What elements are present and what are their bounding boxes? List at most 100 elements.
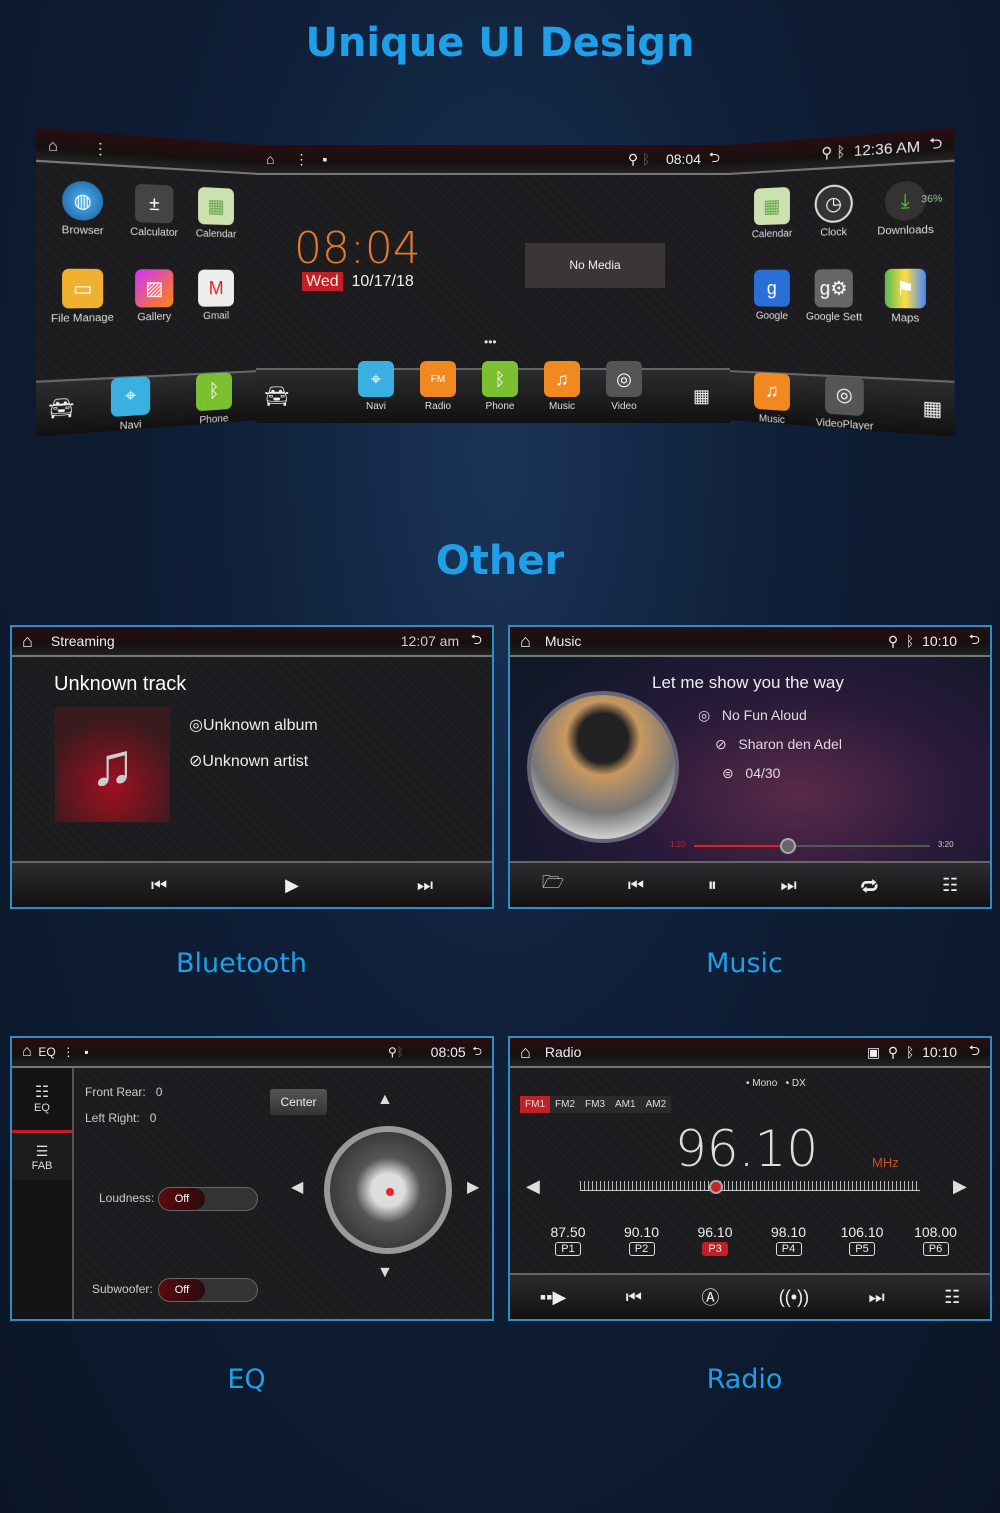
media-widget[interactable]: No Media	[525, 243, 665, 288]
next-button[interactable]: ⏭	[780, 875, 796, 896]
dock-video[interactable]: ◎ Video	[594, 381, 654, 412]
back-icon[interactable]: ⮌	[472, 1042, 482, 1063]
menu-icon[interactable]: ⋮	[294, 151, 308, 168]
repeat-icon[interactable]: 🔁︎	[860, 872, 878, 899]
preset-label: P5	[849, 1242, 875, 1256]
band-fm1[interactable]: FM1	[520, 1096, 550, 1113]
balance-point[interactable]	[386, 1188, 394, 1196]
apps-grid-icon[interactable]: ▦	[922, 396, 942, 421]
band-fm2[interactable]: FM2	[550, 1096, 580, 1113]
home-icon[interactable]: ⌂	[520, 1042, 531, 1063]
app-calendar[interactable]: ▦ Calendar	[742, 186, 802, 240]
center-button[interactable]: Center	[270, 1089, 327, 1115]
preset-p4[interactable]: 98.10 P4	[759, 1224, 819, 1256]
dock-videoplayer[interactable]: ◎ VideoPlayer	[813, 375, 877, 433]
dock-navi[interactable]: ⌖ Navi	[346, 381, 406, 412]
balance-car-diagram[interactable]	[324, 1126, 452, 1254]
app-browser[interactable]: ◍ Browser	[48, 179, 117, 237]
album-name: Unknown album	[203, 717, 318, 734]
status-time: 08:04	[666, 151, 701, 167]
back-icon[interactable]: ⮌	[969, 629, 980, 653]
broadcast-icon[interactable]: ((•))	[779, 1287, 809, 1308]
dock-music[interactable]: ♫ Music	[742, 371, 802, 427]
left-arrow-button[interactable]: ◀	[291, 1177, 303, 1197]
equalizer-icon[interactable]: ☷	[944, 1287, 960, 1308]
next-button[interactable]: ⏭	[417, 875, 433, 896]
seek-back-button[interactable]: ◀	[526, 1176, 540, 1197]
app-calendar[interactable]: ▦ Calendar	[186, 186, 246, 240]
image-icon: ▪	[84, 1045, 88, 1059]
subwoofer-toggle[interactable]: Off	[158, 1278, 258, 1302]
down-arrow-button[interactable]: ▼	[377, 1264, 393, 1282]
gallery-icon: ▨	[135, 269, 173, 307]
car-icon[interactable]: 🚘︎	[48, 396, 75, 421]
source-icon[interactable]: ▪▪▶	[540, 1287, 567, 1308]
app-clock[interactable]: ◷ Clock	[802, 183, 866, 239]
app-file-manager[interactable]: ▭ File Manage	[48, 269, 117, 326]
app-gallery[interactable]: ▨ Gallery	[122, 269, 186, 324]
play-button[interactable]: ▶	[285, 875, 299, 896]
tab-eq[interactable]: ☷ EQ	[12, 1068, 72, 1130]
dock-radio[interactable]: FM Radio	[408, 381, 468, 412]
preset-p3[interactable]: 96.10 P3	[685, 1224, 745, 1256]
car-icon[interactable]: 🚘︎	[264, 384, 344, 409]
tab-fab[interactable]: ☰ FAB	[12, 1130, 72, 1180]
next-button[interactable]: ⏭	[868, 1287, 884, 1308]
album-art: ♫	[55, 707, 170, 822]
tuner-scale[interactable]	[580, 1181, 920, 1191]
back-icon[interactable]: ⮌	[929, 131, 942, 159]
preset-p2[interactable]: 90.10 P2	[612, 1224, 672, 1256]
up-arrow-button[interactable]: ▲	[377, 1091, 393, 1109]
seek-forward-button[interactable]: ▶	[953, 1176, 967, 1197]
location-icon: ⚲	[821, 143, 832, 162]
previous-button[interactable]: ⏮	[626, 1287, 642, 1308]
dock-music[interactable]: ♫ Music	[532, 381, 592, 412]
preset-p6[interactable]: 108.00 P6	[906, 1224, 966, 1256]
app-google-settings[interactable]: g⚙ Google Sett	[802, 269, 866, 324]
home-icon[interactable]: ⌂	[520, 631, 531, 652]
pause-button[interactable]: ⏸	[708, 875, 717, 896]
back-icon[interactable]: ⮌	[969, 1040, 980, 1064]
home-icon[interactable]: ⌂	[22, 631, 33, 652]
home-icon[interactable]: ⌂	[48, 136, 58, 154]
dx-label: DX	[792, 1078, 806, 1089]
preset-p1[interactable]: 87.50 P1	[538, 1224, 598, 1256]
app-google[interactable]: g Google	[742, 269, 802, 322]
back-icon[interactable]: ⮌	[471, 629, 482, 653]
auto-search-icon[interactable]: Ⓐ	[701, 1284, 719, 1310]
app-label: File Manage	[51, 312, 114, 325]
sd-card-icon: ▣	[867, 1044, 880, 1061]
folder-icon[interactable]: 🗁︎	[542, 870, 564, 900]
progress-slider[interactable]	[694, 845, 930, 847]
preset-p5[interactable]: 106.10 P5	[832, 1224, 892, 1256]
section-title-other: Other	[0, 538, 1000, 584]
screen-title: EQ	[38, 1045, 55, 1059]
app-gmail[interactable]: M Gmail	[186, 269, 246, 322]
dock-navi[interactable]: ⌖ Navi	[97, 375, 162, 434]
preset-label: P1	[555, 1242, 581, 1256]
dock-phone[interactable]: ᛒ Phone	[470, 381, 530, 412]
band-fm3[interactable]: FM3	[580, 1096, 610, 1113]
clock-widget[interactable]: 08:04	[294, 223, 421, 274]
apps-grid-icon[interactable]: ▦	[693, 386, 710, 407]
right-arrow-button[interactable]: ▶	[467, 1177, 479, 1197]
progress-knob[interactable]	[780, 838, 796, 854]
menu-icon[interactable]: ⋮	[62, 1045, 74, 1059]
menu-icon[interactable]: ⋮	[92, 139, 108, 159]
home-icon[interactable]: ⌂	[22, 1043, 32, 1061]
app-downloads[interactable]: ⤓ 36% Downloads	[871, 179, 940, 237]
previous-button[interactable]: ⏮	[151, 875, 167, 896]
equalizer-icon[interactable]: ☷	[942, 875, 958, 896]
band-am1[interactable]: AM1	[610, 1096, 641, 1113]
previous-button[interactable]: ⏮	[628, 875, 644, 896]
tuner-knob[interactable]	[709, 1180, 723, 1194]
app-calculator[interactable]: ± Calculator	[122, 183, 186, 239]
app-maps[interactable]: ⚑ Maps	[871, 269, 940, 326]
bluetooth-icon: ᛒ	[836, 143, 845, 161]
home-icon[interactable]: ⌂	[266, 151, 274, 167]
dock-phone[interactable]: ᛒ Phone	[184, 371, 244, 427]
back-icon[interactable]: ⮌	[709, 147, 720, 171]
band-am2[interactable]: AM2	[641, 1096, 672, 1113]
calendar-icon: ▦	[754, 187, 790, 225]
loudness-toggle[interactable]: Off	[158, 1187, 258, 1211]
